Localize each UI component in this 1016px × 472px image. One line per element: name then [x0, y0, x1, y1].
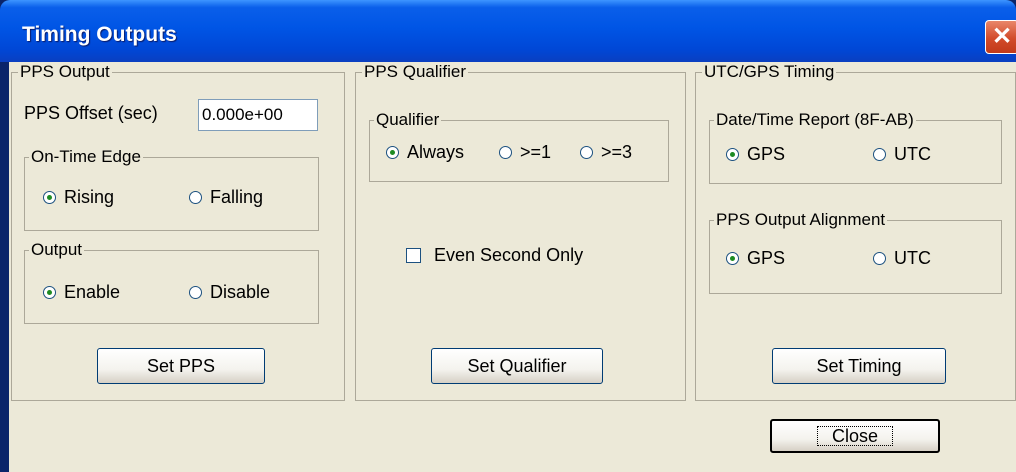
radio-ge3[interactable]: >=3 — [580, 141, 632, 163]
radio-report-utc-dot[interactable] — [873, 147, 886, 161]
radio-always-dot[interactable] — [386, 145, 399, 159]
radio-falling-dot[interactable] — [189, 190, 202, 204]
pps-qualifier-group: PPS Qualifier Qualifier Always >=1 >=3 E… — [355, 62, 686, 401]
even-second-box[interactable] — [406, 248, 421, 263]
qualifier-legend: Qualifier — [374, 110, 442, 130]
utc-gps-timing-legend: UTC/GPS Timing — [702, 62, 837, 82]
radio-report-gps-label: GPS — [747, 143, 786, 164]
radio-always[interactable]: Always — [386, 141, 464, 163]
radio-report-gps[interactable]: GPS — [726, 143, 785, 165]
radio-disable-label: Disable — [210, 281, 271, 302]
radio-disable-dot[interactable] — [189, 285, 202, 299]
pps-output-legend: PPS Output — [18, 62, 112, 82]
radio-rising-dot[interactable] — [43, 190, 56, 204]
radio-disable[interactable]: Disable — [189, 281, 270, 303]
radio-enable-dot[interactable] — [43, 285, 56, 299]
pps-output-group: PPS Output PPS Offset (sec) On-Time Edge… — [11, 62, 345, 401]
radio-report-utc-label: UTC — [894, 143, 931, 164]
radio-ge3-dot[interactable] — [580, 145, 593, 159]
even-second-label: Even Second Only — [434, 245, 584, 265]
close-button-label: Close — [816, 426, 894, 446]
dialog-body: PPS Output PPS Offset (sec) On-Time Edge… — [9, 62, 1016, 472]
date-time-report-group: Date/Time Report (8F-AB) GPS UTC — [709, 110, 1002, 184]
even-second-checkbox[interactable]: Even Second Only — [406, 245, 583, 266]
radio-enable[interactable]: Enable — [43, 281, 120, 303]
set-timing-button[interactable]: Set Timing — [772, 348, 946, 384]
radio-rising-label: Rising — [64, 186, 115, 207]
radio-falling[interactable]: Falling — [189, 186, 263, 208]
close-button[interactable]: Close — [770, 419, 940, 453]
qualifier-group: Qualifier Always >=1 >=3 — [369, 110, 669, 182]
title-bar[interactable]: Timing Outputs ✕ — [0, 0, 1016, 62]
radio-report-utc[interactable]: UTC — [873, 143, 931, 165]
output-group: Output Enable Disable — [24, 240, 319, 324]
radio-align-utc-dot[interactable] — [873, 251, 886, 265]
radio-ge1-label: >=1 — [520, 141, 552, 162]
radio-align-gps[interactable]: GPS — [726, 247, 785, 269]
window-title: Timing Outputs — [22, 23, 177, 46]
on-time-edge-legend: On-Time Edge — [29, 147, 143, 167]
radio-align-utc[interactable]: UTC — [873, 247, 931, 269]
radio-align-gps-dot[interactable] — [726, 251, 739, 265]
pps-offset-input[interactable] — [198, 99, 318, 131]
radio-align-utc-label: UTC — [894, 247, 931, 268]
radio-rising[interactable]: Rising — [43, 186, 114, 208]
pps-output-alignment-group: PPS Output Alignment GPS UTC — [709, 210, 1002, 294]
set-pps-button[interactable]: Set PPS — [97, 348, 265, 384]
on-time-edge-group: On-Time Edge Rising Falling — [24, 147, 319, 231]
radio-ge1-dot[interactable] — [499, 145, 512, 159]
radio-falling-label: Falling — [210, 186, 264, 207]
radio-ge1[interactable]: >=1 — [499, 141, 551, 163]
utc-gps-timing-group: UTC/GPS Timing Date/Time Report (8F-AB) … — [695, 62, 1016, 401]
timing-outputs-window: Timing Outputs ✕ PPS Output PPS Offset (… — [0, 0, 1016, 472]
radio-always-label: Always — [407, 141, 465, 162]
radio-align-gps-label: GPS — [747, 247, 786, 268]
radio-ge3-label: >=3 — [601, 141, 633, 162]
pps-qualifier-legend: PPS Qualifier — [362, 62, 469, 82]
pps-offset-label: PPS Offset (sec) — [24, 103, 158, 123]
date-time-report-legend: Date/Time Report (8F-AB) — [714, 110, 916, 130]
radio-report-gps-dot[interactable] — [726, 147, 739, 161]
set-qualifier-button[interactable]: Set Qualifier — [431, 348, 603, 384]
output-legend: Output — [29, 240, 85, 260]
pps-output-alignment-legend: PPS Output Alignment — [714, 210, 888, 230]
radio-enable-label: Enable — [64, 281, 121, 302]
close-icon[interactable]: ✕ — [985, 20, 1016, 54]
